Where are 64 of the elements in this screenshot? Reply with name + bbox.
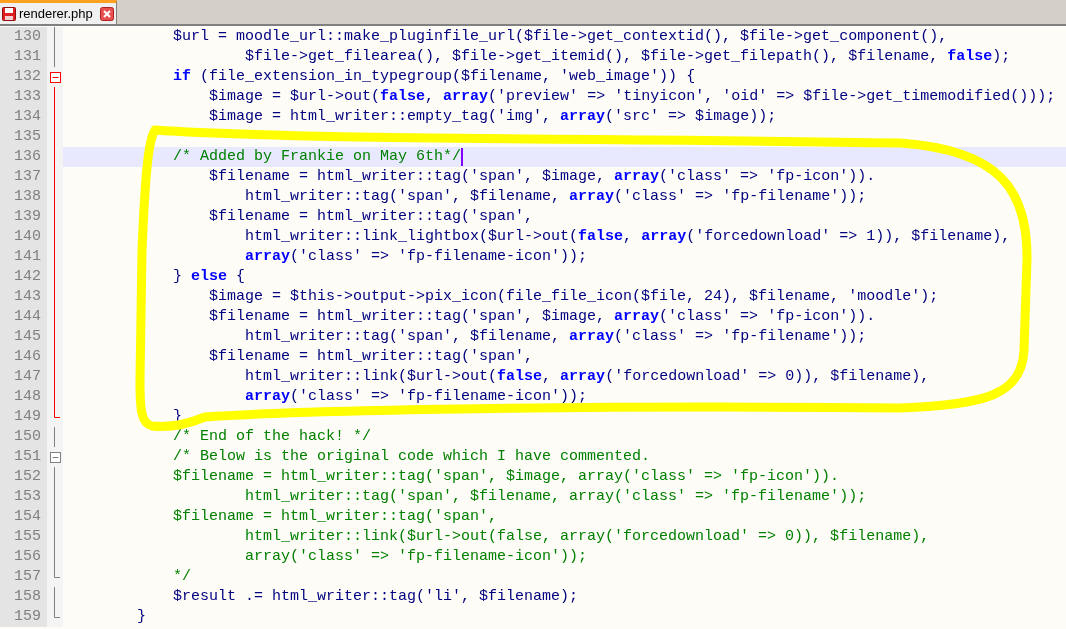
- line-number: 131: [14, 47, 41, 67]
- code-line: $result .= html_writer::tag('li', $filename);: [172, 587, 579, 607]
- fold-minus-icon[interactable]: [49, 71, 61, 83]
- line-number: 133: [14, 87, 41, 107]
- line-number: 156: [14, 547, 41, 567]
- code-line: $filename = html_writer::tag('span',: [208, 347, 534, 367]
- code-comment: html_writer::tag('span', $filename, array('class' => 'fp-filename'));: [244, 487, 867, 507]
- code-comment: $filename = html_writer::tag('span', $image, array('class' => 'fp-icon')).: [172, 467, 840, 487]
- code-line: } else {: [172, 267, 246, 287]
- line-number: 150: [14, 427, 41, 447]
- code-line: array('class' => 'fp-filename-icon'));: [244, 247, 588, 267]
- line-number: 138: [14, 187, 41, 207]
- code-line: $filename = html_writer::tag('span',: [208, 207, 534, 227]
- code-line: array('class' => 'fp-filename-icon'));: [244, 387, 588, 407]
- line-number: 139: [14, 207, 41, 227]
- text-caret: [461, 148, 464, 166]
- tab-label: renderer.php: [19, 4, 93, 23]
- code-comment: /* Added by Frankie on May 6th*/: [172, 147, 462, 167]
- code-line: html_writer::link_lightbox($url->out(false, array('forcedownload' => 1)), $filename),: [244, 227, 1011, 247]
- code-comment: $filename = html_writer::tag('span',: [172, 507, 498, 527]
- line-number: 135: [14, 127, 41, 147]
- line-number: 154: [14, 507, 41, 527]
- line-number: 148: [14, 387, 41, 407]
- line-number: 155: [14, 527, 41, 547]
- code-line: html_writer::tag('span', $filename, array('class' => 'fp-filename'));: [244, 187, 867, 207]
- code-line: html_writer::tag('span', $filename, array('class' => 'fp-filename'));: [244, 327, 867, 347]
- code-comment: /* End of the hack! */: [172, 427, 372, 447]
- line-number: 158: [14, 587, 41, 607]
- code-line: if (file_extension_in_typegroup($filename, 'web_image')) {: [172, 67, 696, 87]
- line-number: 151: [14, 447, 41, 467]
- line-number: 153: [14, 487, 41, 507]
- code-line: $url = moodle_url::make_pluginfile_url($file->get_contextid(), $file->get_component(),: [172, 27, 948, 47]
- line-number: 136: [14, 147, 41, 167]
- fold-minus-icon[interactable]: [49, 451, 61, 463]
- line-number: 152: [14, 467, 41, 487]
- line-number: 140: [14, 227, 41, 247]
- code-line: }: [136, 607, 146, 627]
- line-number: 159: [14, 607, 41, 627]
- line-number: 134: [14, 107, 41, 127]
- code-comment: array('class' => 'fp-filename-icon'));: [244, 547, 588, 567]
- line-number: 143: [14, 287, 41, 307]
- code-line: $image = html_writer::empty_tag('img', array('src' => $image));: [208, 107, 777, 127]
- code-comment: /* Below is the original code which I have commented.: [172, 447, 651, 467]
- code-line: html_writer::link($url->out(false, array('forcedownload' => 0)), $filename),: [244, 367, 930, 387]
- line-number: 147: [14, 367, 41, 387]
- code-line: $image = $this->output->pix_icon(file_file_icon($file, 24), $filename, 'moodle');: [208, 287, 939, 307]
- line-number: 149: [14, 407, 41, 427]
- line-number: 145: [14, 327, 41, 347]
- file-tab[interactable]: renderer.php: [0, 0, 117, 24]
- line-number: 137: [14, 167, 41, 187]
- code-comment: html_writer::link($url->out(false, array('forcedownload' => 0)), $filename),: [244, 527, 930, 547]
- close-icon[interactable]: [99, 6, 114, 21]
- code-line: $image = $url->out(false, array('preview' => 'tinyicon', 'oid' => $file->get_timemodified()));: [208, 87, 1056, 107]
- line-number: 144: [14, 307, 41, 327]
- code-line: $filename = html_writer::tag('span', $image, array('class' => 'fp-icon')).: [208, 307, 876, 327]
- line-number: 146: [14, 347, 41, 367]
- line-number: 157: [14, 567, 41, 587]
- code-line: $filename = html_writer::tag('span', $image, array('class' => 'fp-icon')).: [208, 167, 876, 187]
- line-number: 141: [14, 247, 41, 267]
- code-comment: */: [172, 567, 192, 587]
- line-number: 132: [14, 67, 41, 87]
- line-number: 130: [14, 27, 41, 47]
- line-number: 142: [14, 267, 41, 287]
- code-line: $file->get_filearea(), $file->get_itemid(), $file->get_filepath(), $filename, false);: [244, 47, 1011, 67]
